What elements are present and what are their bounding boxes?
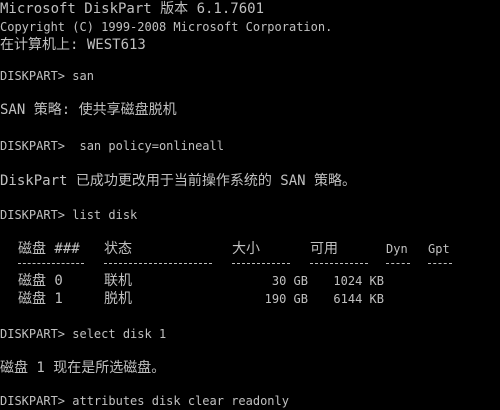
row-disk-id: 磁盘 0 <box>18 273 63 289</box>
selected-disk-output: 磁盘 1 现在是所选磁盘。 <box>0 360 166 376</box>
row-disk-id: 磁盘 1 <box>18 291 63 307</box>
header-dyn: Dyn <box>386 242 408 256</box>
diskpart-console[interactable]: Microsoft DiskPart 版本 6.1.7601 Copyright… <box>0 0 500 409</box>
copyright-line: Copyright (C) 1999-2008 Microsoft Corpor… <box>0 20 333 34</box>
separator-size <box>232 263 290 265</box>
command-list-disk: DISKPART> list disk <box>0 208 138 222</box>
command-select-disk: DISKPART> select disk 1 <box>0 327 167 341</box>
command-san-policy: DISKPART> san policy=onlineall <box>0 139 224 153</box>
separator-free <box>310 263 368 265</box>
separator-dyn <box>386 263 410 265</box>
command-attributes-clear: DISKPART> attributes disk clear readonly <box>0 394 289 408</box>
header-free: 可用 <box>310 241 338 257</box>
row-status: 联机 <box>104 273 132 289</box>
row-size: 190 GB <box>264 292 308 306</box>
header-gpt: Gpt <box>428 242 450 256</box>
separator-status <box>104 263 212 265</box>
command-san: DISKPART> san <box>0 69 94 83</box>
row-free: 1024 KB <box>333 274 384 288</box>
separator-gpt <box>428 263 452 265</box>
san-policy-output: SAN 策略: 使共享磁盘脱机 <box>0 102 177 118</box>
row-free: 6144 KB <box>333 292 384 306</box>
computer-name-line: 在计算机上: WEST613 <box>0 37 146 53</box>
header-size: 大小 <box>232 241 260 257</box>
header-disk: 磁盘 ### <box>18 241 80 257</box>
san-policy-changed-output: DiskPart 已成功更改用于当前操作系统的 SAN 策略。 <box>0 173 357 189</box>
header-status: 状态 <box>104 241 132 257</box>
row-size: 30 GB <box>271 274 308 288</box>
separator-disk <box>18 263 84 265</box>
version-line: Microsoft DiskPart 版本 6.1.7601 <box>0 1 265 17</box>
row-status: 脱机 <box>104 291 132 307</box>
